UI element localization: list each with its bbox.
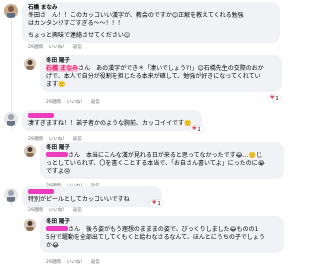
comment-text: さん 後ろ姿がもう理想のまままの姿で、びっくりしました😂ものの1 [46, 226, 278, 234]
like-button[interactable]: いいね！ [49, 207, 67, 213]
comment-text: 石橋 まなみさん あの漢字ができ＊「凄いでしょう?!」😊石橋先生の交際のおか [46, 65, 264, 72]
heart-icon: ♥ [270, 95, 275, 101]
reaction-count[interactable]: ♥ 1 [190, 126, 203, 133]
comment-time[interactable]: 29週間 [28, 207, 43, 213]
comment-bubble: 特別がピールとしてカッコいいですね [22, 186, 162, 207]
comment-time[interactable]: 29週間 [46, 99, 61, 105]
comment-6: 冬田 陽子 さん 後ろ姿がもう理想のまままの姿で、びっくりしました😂ものの1 5… [0, 215, 290, 269]
comment-text: ちょっと興味で連絡させてください☺ [28, 32, 131, 39]
like-button[interactable]: いいね！ [67, 99, 85, 105]
comment-text: 冬田さ ん！！このカッコいい漢字が、教会のですか😊正解を教えてくれる勉強 [28, 12, 244, 19]
comment-text: さん 本当にこんな漢が見れる日が来ると思ってなかったです😂…🙂じ [46, 152, 278, 160]
comment-author[interactable]: 石橋 まなみ [28, 5, 274, 12]
comment-text: 特別がピールとしてカッコいいですね [28, 196, 130, 203]
avatar[interactable] [4, 4, 18, 18]
reply-button[interactable]: 返信 [91, 99, 100, 105]
comment-text: っとしていられず、〇を書くことする本当で、「お自さん書いてよ」にったのに😭 [46, 160, 265, 167]
heart-icon: ♥ [192, 126, 197, 132]
reaction-count[interactable]: ♥ 1 [268, 95, 281, 102]
comment-2: 冬田 陽子 石橋 まなみさん あの漢字ができ＊「凄いでしょう?!」😊石橋先生の交… [0, 54, 290, 114]
comment-bubble: 石橋 まなみ 冬田さ ん！！このカッコいい漢字が、教会のですか😊正解を教えてくれ… [22, 2, 280, 43]
comment-text: げで、本人で自分が役割を担じたる本来が確して、勉強が好きになってくれてい [46, 73, 261, 80]
avatar[interactable] [24, 145, 36, 157]
like-button[interactable]: いいね！ [67, 259, 85, 265]
comment-bubble: 冬田 陽子 さん 本当にこんな漢が見れる日が来ると思ってなかったです😂…🙂じ っ… [40, 142, 284, 179]
reply-button[interactable]: 返信 [91, 259, 100, 265]
like-button[interactable]: いいね！ [49, 44, 67, 50]
comment-text: ます🙂 [46, 81, 66, 88]
comment-text: 凄すぎますね！！弟子者かのような腕前、カッコイイです🙂 [28, 120, 192, 127]
comment-meta: 29週間 いいね！ 返信 [46, 99, 100, 105]
comment-4: 冬田 陽子 さん 本当にこんな漢が見れる日が来ると思ってなかったです😂…🙂じ っ… [0, 141, 290, 191]
mention-tag[interactable]: 石橋 まなみ [46, 65, 79, 72]
comment-author[interactable]: 冬田 陽子 [46, 219, 278, 226]
comment-author[interactable] [28, 189, 54, 194]
reply-button[interactable]: 返信 [73, 207, 82, 213]
comment-bubble: 冬田 陽子 石橋 まなみさん あの漢字ができ＊「凄いでしょう?!」😊石橋先生の交… [40, 55, 282, 92]
comment-text: 5分で躍動を全部出てしてくもくと絵わなさるなんて、ほんとにうちの子でしょう [46, 234, 265, 241]
reaction-count[interactable]: ♥ 1 [150, 200, 163, 207]
comment-author[interactable] [28, 113, 54, 118]
comment-bubble: 冬田 陽子 さん 後ろ姿がもう理想のまままの姿で、びっくりしました😂ものの1 5… [40, 216, 284, 253]
mention-tag[interactable] [46, 152, 68, 157]
comment-meta: 29週間 いいね！ 返信 [28, 44, 82, 50]
comment-author[interactable]: 冬田 陽子 [46, 58, 276, 65]
comment-5: 特別がピールとしてカッコいいですね ♥ 1 29週間 いいね！ 返信 [0, 185, 290, 215]
comment-text: ですよ😢 [46, 168, 71, 175]
comment-author[interactable]: 冬田 陽子 [46, 145, 278, 152]
avatar[interactable] [24, 58, 36, 70]
mention-tag[interactable] [46, 226, 68, 231]
reply-button[interactable]: 返信 [73, 44, 82, 50]
comment-text: はカンタン!?すごすぎる～～！！！ [28, 20, 124, 27]
avatar[interactable] [4, 188, 18, 202]
comment-time[interactable]: 29週間 [46, 259, 61, 265]
comment-text: か😂 [46, 242, 60, 249]
comment-time[interactable]: 29週間 [28, 44, 43, 50]
avatar[interactable] [4, 112, 18, 126]
heart-icon: ♥ [152, 200, 157, 206]
comment-meta: 29週間 いいね！ 返信 [46, 259, 100, 265]
comment-1: 石橋 まなみ 冬田さ ん！！このカッコいい漢字が、教会のですか😊正解を教えてくれ… [0, 0, 290, 60]
avatar[interactable] [24, 219, 36, 231]
comment-bubble: 凄すぎますね！！弟子者かのような腕前、カッコイイです🙂 [22, 110, 202, 131]
comment-thread: 石橋 まなみ 冬田さ ん！！このカッコいい漢字が、教会のですか😊正解を教えてくれ… [0, 0, 290, 269]
comment-meta: 29週間 いいね！ 返信 [28, 207, 82, 213]
